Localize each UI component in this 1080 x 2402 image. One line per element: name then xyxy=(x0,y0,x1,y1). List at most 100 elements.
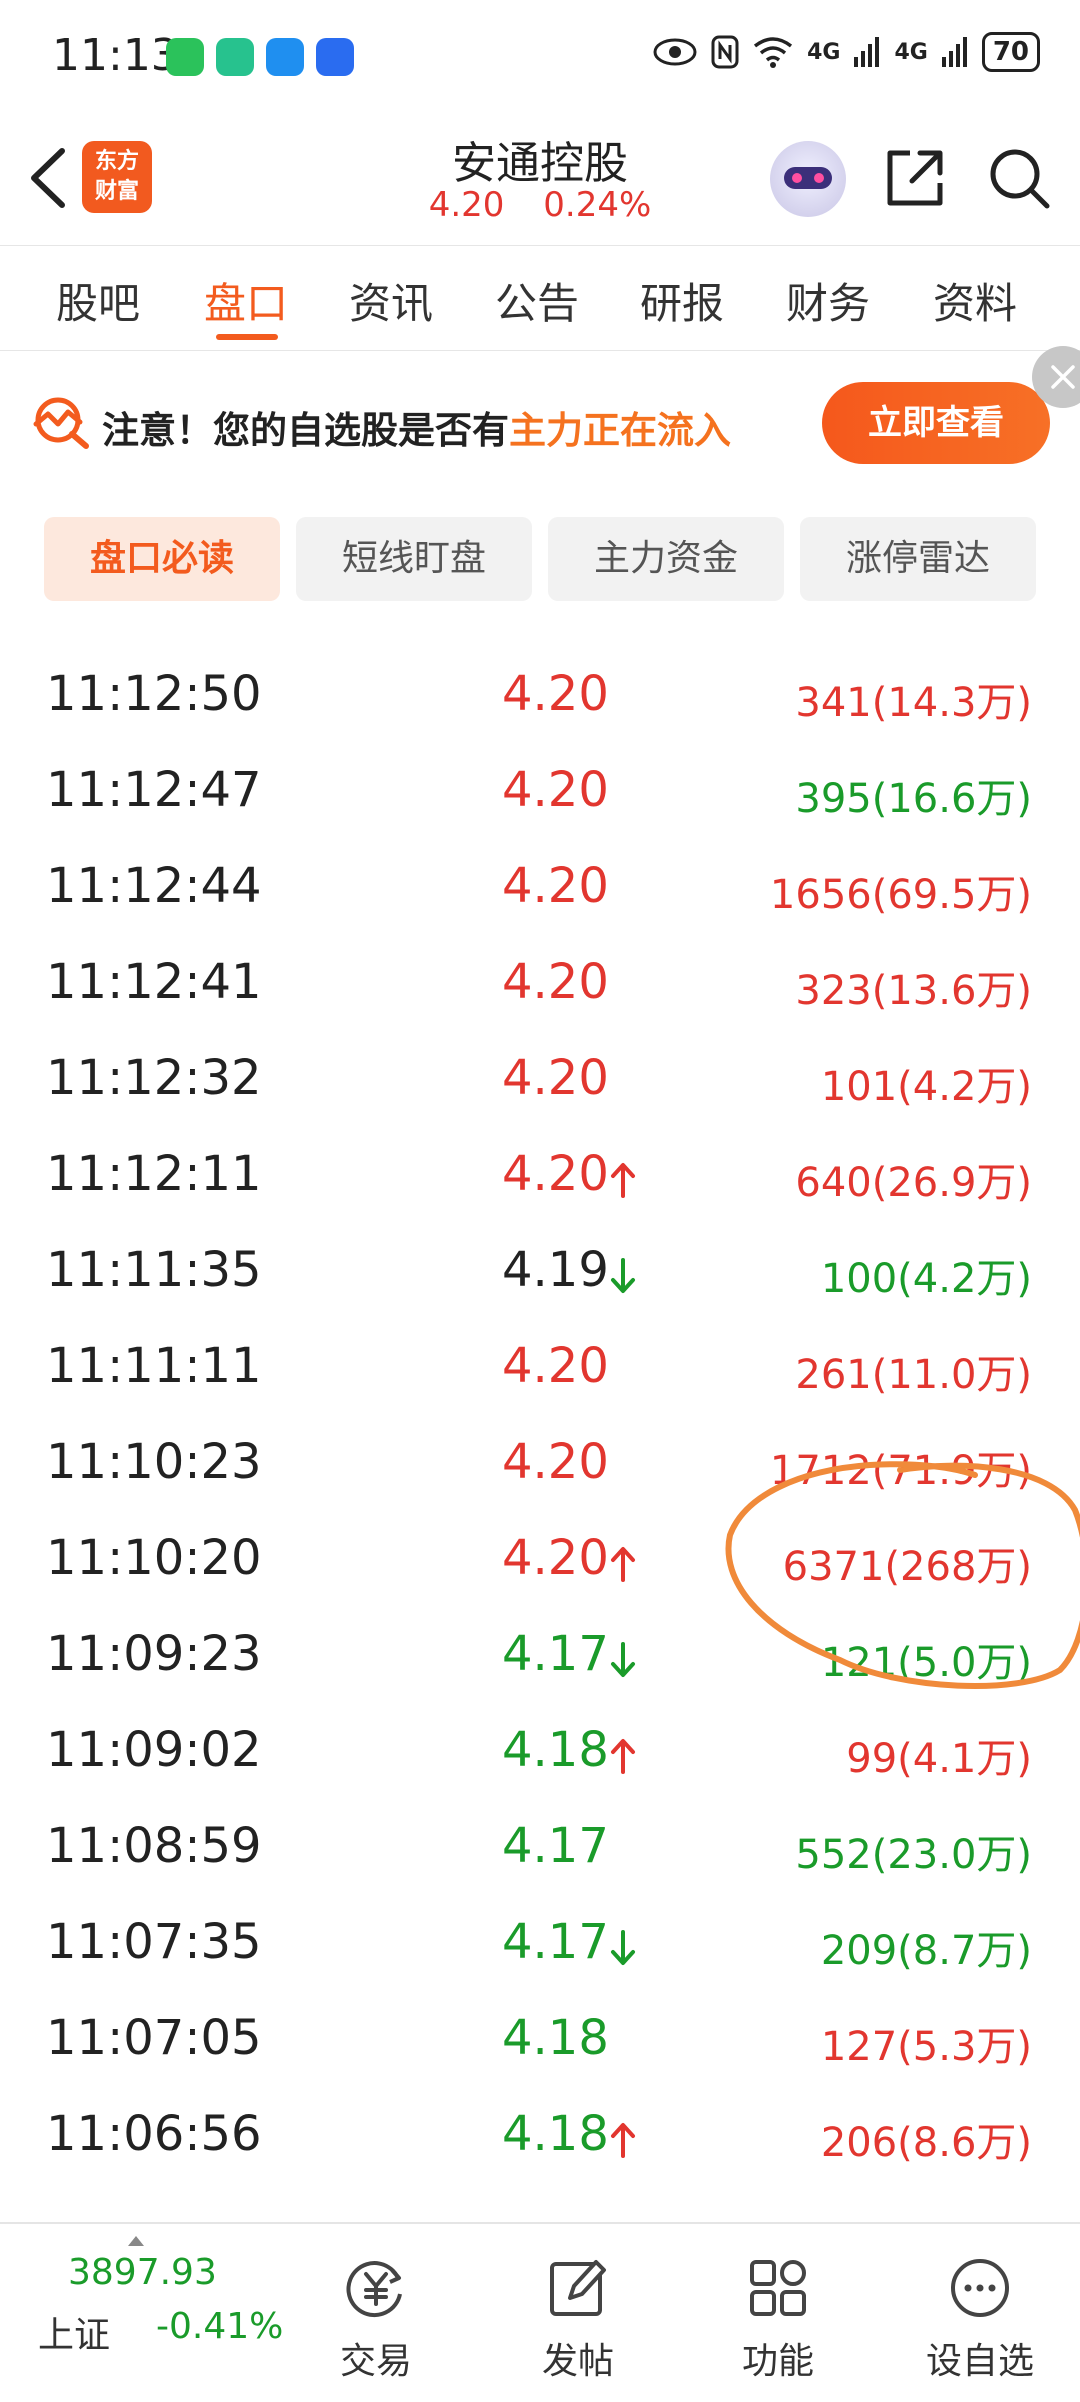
trade-price: 4.19 xyxy=(502,1242,609,1298)
signal-bars-1-icon xyxy=(854,37,880,67)
trade-volume: 101(4.2万) xyxy=(820,1064,1032,1110)
nav-post-label: 发帖 xyxy=(541,2341,614,2382)
trade-time: 11:08:59 xyxy=(46,1818,262,1874)
trade-row: 11:12:41 4.20 323(13.6万) xyxy=(0,940,1080,1036)
trade-volume: 206(8.6万) xyxy=(820,2120,1032,2166)
status-bar: 11:13 4G 4G 70 xyxy=(0,0,1080,115)
trade-time: 11:11:11 xyxy=(46,1338,262,1394)
message-icon xyxy=(266,38,304,76)
trade-volume: 1712(71.9万) xyxy=(769,1448,1032,1494)
trade-time: 11:10:23 xyxy=(46,1434,262,1490)
tab-pankou[interactable]: 盘口 xyxy=(204,270,288,331)
trend-alert-icon xyxy=(33,397,89,449)
index-value[interactable]: 3897.93 xyxy=(68,2252,217,2293)
index-name: 上证 xyxy=(38,2315,111,2356)
yuan-exchange-icon xyxy=(346,2261,402,2317)
trade-row: 11:07:35 4.17 209(8.7万) xyxy=(0,1900,1080,1996)
trade-time: 11:12:41 xyxy=(46,954,262,1010)
notification-icons xyxy=(166,38,354,76)
trade-row: 11:08:59 4.17 552(23.0万) xyxy=(0,1804,1080,1900)
trade-time: 11:07:35 xyxy=(46,1914,262,1970)
trade-time: 11:09:23 xyxy=(46,1626,262,1682)
trade-time: 11:07:05 xyxy=(46,2010,262,2066)
active-tab-indicator xyxy=(216,334,278,340)
signal-bars-2-icon xyxy=(941,37,967,67)
search-icon[interactable] xyxy=(986,145,1052,211)
arrow-up-icon xyxy=(611,2123,635,2158)
tab-news[interactable]: 资讯 xyxy=(349,270,433,331)
more-dots-icon xyxy=(951,2259,1009,2317)
signal-2-label: 4G xyxy=(894,39,928,65)
trade-volume: 395(16.6万) xyxy=(795,776,1032,822)
wifi-icon xyxy=(753,37,793,68)
trade-price: 4.20 xyxy=(502,762,609,818)
trade-row: 11:09:02 4.18 99(4.1万) xyxy=(0,1708,1080,1804)
arrow-up-icon xyxy=(611,1547,635,1582)
trade-price: 4.18 xyxy=(502,2106,609,2162)
close-icon xyxy=(1051,365,1075,389)
trade-price: 4.17 xyxy=(502,1818,609,1874)
banner-text-highlight: 主力正在流入 xyxy=(509,409,731,452)
trade-volume: 323(13.6万) xyxy=(795,968,1032,1014)
tab-announcements[interactable]: 公告 xyxy=(495,270,579,331)
trade-price: 4.18 xyxy=(502,1722,609,1778)
trade-price: 4.20 xyxy=(502,1338,609,1394)
trade-row: 11:09:23 4.17 121(5.0万) xyxy=(0,1612,1080,1708)
trade-volume: 209(8.7万) xyxy=(820,1928,1032,1974)
trade-price: 4.20 xyxy=(502,1050,609,1106)
arrow-down-icon xyxy=(611,1642,635,1677)
tab-finance[interactable]: 财务 xyxy=(786,270,870,331)
trade-volume: 100(4.2万) xyxy=(820,1256,1032,1302)
trade-time: 11:10:20 xyxy=(46,1530,262,1586)
nav-functions[interactable]: 功能 xyxy=(708,2234,848,2394)
index-change: -0.41% xyxy=(156,2306,284,2347)
wechat-icon xyxy=(166,38,204,76)
trade-volume: 6371(268万) xyxy=(782,1544,1032,1590)
status-time: 11:13 xyxy=(52,30,179,81)
arrow-down-icon xyxy=(611,1258,635,1293)
segment-pankou-bidu[interactable]: 盘口必读 xyxy=(44,517,280,601)
trade-time: 11:09:02 xyxy=(46,1722,262,1778)
banner-text-prefix: 注意！您的自选股是否有 xyxy=(102,409,509,452)
segment-main-funds[interactable]: 主力资金 xyxy=(548,517,784,601)
trade-detail-list: 11:12:50 4.20 341(14.3万) 11:12:47 4.20 395(16… xyxy=(0,652,1080,2222)
tab-profile[interactable]: 资料 xyxy=(933,270,1017,331)
app-notification-icon xyxy=(216,38,254,76)
nav-post[interactable]: 发帖 xyxy=(508,2234,648,2394)
trade-time: 11:12:50 xyxy=(46,666,262,722)
nav-add-watchlist[interactable]: 设自选 xyxy=(910,2234,1050,2394)
nav-add-watchlist-label: 设自选 xyxy=(925,2341,1034,2382)
signal-1-label: 4G xyxy=(807,39,841,65)
trade-volume: 640(26.9万) xyxy=(795,1160,1032,1206)
trade-price: 4.18 xyxy=(502,2010,609,2066)
trade-row: 11:12:47 4.20 395(16.6万) xyxy=(0,748,1080,844)
share-icon[interactable] xyxy=(882,145,948,211)
trade-volume: 1656(69.5万) xyxy=(769,872,1032,918)
segment-limit-up-radar[interactable]: 涨停雷达 xyxy=(800,517,1036,601)
trade-price: 4.20 xyxy=(502,1530,609,1586)
tab-research[interactable]: 研报 xyxy=(640,270,724,331)
trade-volume: 552(23.0万) xyxy=(795,1832,1032,1878)
view-now-button[interactable]: 立即查看 xyxy=(822,382,1050,464)
tab-guba[interactable]: 股吧 xyxy=(56,270,140,331)
trade-row: 11:11:11 4.20 261(11.0万) xyxy=(0,1324,1080,1420)
nfc-icon xyxy=(711,35,739,69)
status-indicators: 4G 4G 70 xyxy=(653,32,1040,72)
ai-assistant-robot-icon[interactable] xyxy=(770,141,846,217)
arrow-up-icon xyxy=(611,1163,635,1198)
trade-row: 11:06:56 4.18 206(8.6万) xyxy=(0,2092,1080,2188)
trade-volume: 99(4.1万) xyxy=(846,1736,1032,1782)
index-expand-arrow-icon[interactable] xyxy=(128,2236,144,2246)
trade-row: 11:07:05 4.18 127(5.3万) xyxy=(0,1996,1080,2092)
banner-text: 注意！您的自选股是否有主力正在流入 xyxy=(102,400,731,454)
stock-change-percent: 0.24% xyxy=(543,185,652,225)
trade-row: 11:12:50 4.20 341(14.3万) xyxy=(0,652,1080,748)
trade-row: 11:12:11 4.20 640(26.9万) xyxy=(0,1132,1080,1228)
nav-trade[interactable]: 交易 xyxy=(306,2234,446,2394)
trade-time: 11:12:44 xyxy=(46,858,262,914)
trade-row: 11:10:23 4.20 1712(71.9万) xyxy=(0,1420,1080,1516)
nav-trade-label: 交易 xyxy=(339,2341,412,2382)
trade-price: 4.20 xyxy=(502,1146,609,1202)
segment-short-term[interactable]: 短线盯盘 xyxy=(296,517,532,601)
trade-time: 11:12:11 xyxy=(46,1146,262,1202)
